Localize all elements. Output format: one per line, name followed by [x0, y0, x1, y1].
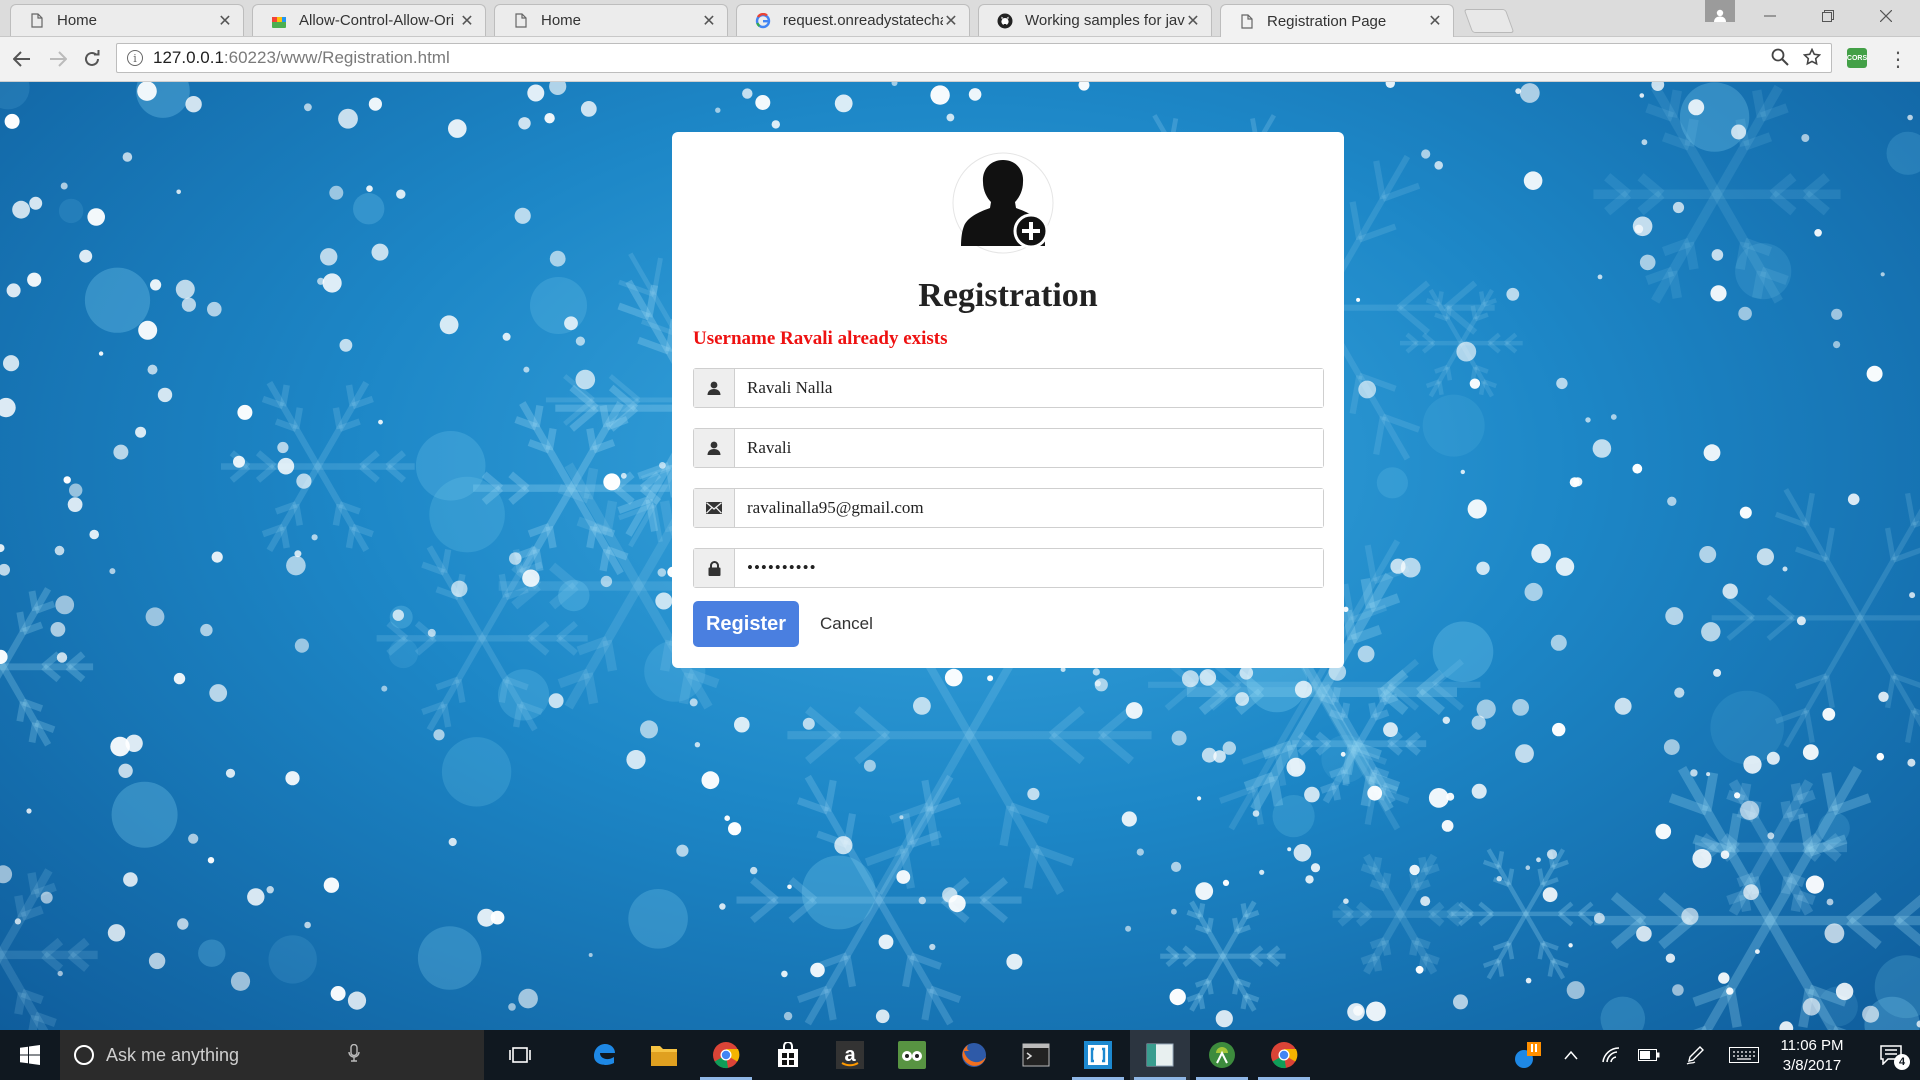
- action-center-icon[interactable]: 4: [1866, 1030, 1916, 1080]
- add-user-avatar-icon: [952, 152, 1054, 254]
- user-icon: [694, 429, 735, 467]
- lock-icon: [694, 549, 735, 587]
- tab-home-1[interactable]: Home ✕: [10, 4, 244, 36]
- task-view-icon[interactable]: [490, 1030, 550, 1080]
- tab-title: request.onreadystatecha: [783, 12, 943, 29]
- tab-close-icon[interactable]: ✕: [1185, 11, 1201, 31]
- fullname-field: [693, 368, 1324, 408]
- store-icon[interactable]: [758, 1030, 818, 1080]
- profile-icon[interactable]: [1705, 0, 1735, 22]
- svg-text:a: a: [844, 1044, 856, 1066]
- cortana-icon: [74, 1045, 94, 1065]
- chrome-icon[interactable]: [696, 1030, 756, 1080]
- page-viewport: Registration Username Ravali already exi…: [0, 82, 1920, 1030]
- search-placeholder: Ask me anything: [106, 1044, 240, 1065]
- wifi-icon[interactable]: [1596, 1030, 1626, 1080]
- browser-tab-strip: Home ✕ Allow-Control-Allow-Ori ✕ Home ✕ …: [0, 0, 1920, 37]
- minimize-icon[interactable]: [1742, 0, 1798, 32]
- new-tab-button[interactable]: [1463, 9, 1515, 33]
- page-title: Registration: [918, 277, 1098, 314]
- envelope-icon: [694, 489, 735, 527]
- browser-toolbar: i 127.0.0.1:60223/www/Registration.html …: [0, 37, 1920, 82]
- tab-title: Home: [541, 12, 582, 29]
- close-window-icon[interactable]: [1858, 0, 1914, 32]
- tab-github[interactable]: Working samples for jav ✕: [978, 4, 1212, 36]
- tab-title: Allow-Control-Allow-Ori: [299, 12, 455, 29]
- tab-registration-page[interactable]: Registration Page ✕: [1220, 4, 1454, 37]
- clock-date: 3/8/2017: [1782, 1057, 1842, 1074]
- address-bar[interactable]: i 127.0.0.1:60223/www/Registration.html: [116, 43, 1832, 73]
- tab-close-icon[interactable]: ✕: [701, 11, 717, 31]
- show-hidden-icons-chevron-icon[interactable]: [1556, 1030, 1586, 1080]
- app-window-icon[interactable]: [1130, 1030, 1190, 1080]
- microphone-icon[interactable]: [348, 1043, 360, 1067]
- windows-start-icon[interactable]: [0, 1030, 60, 1080]
- notification-app-icon[interactable]: [1508, 1030, 1548, 1080]
- browser-menu-icon[interactable]: ⋮: [1888, 45, 1908, 73]
- notification-count-badge: 4: [1894, 1054, 1910, 1070]
- clock-time: 11:06 PM: [1780, 1037, 1844, 1054]
- zoom-icon[interactable]: [1771, 48, 1789, 71]
- keyboard-icon[interactable]: [1726, 1030, 1762, 1080]
- registration-card: Registration Username Ravali already exi…: [672, 132, 1344, 668]
- error-message: Username Ravali already exists: [693, 328, 948, 349]
- username-field: [693, 428, 1324, 468]
- site-info-icon[interactable]: i: [127, 50, 143, 66]
- firefox-icon[interactable]: [944, 1030, 1004, 1080]
- bookmark-star-icon[interactable]: [1802, 47, 1822, 71]
- file-explorer-icon[interactable]: [634, 1030, 694, 1080]
- tab-close-icon[interactable]: ✕: [217, 11, 233, 31]
- tab-allow-control[interactable]: Allow-Control-Allow-Ori ✕: [252, 4, 486, 36]
- page-icon: [29, 13, 45, 29]
- tab-title: Registration Page: [1267, 12, 1387, 30]
- url-host: 127.0.0.1: [153, 48, 224, 67]
- github-icon: [997, 13, 1013, 29]
- android-studio-icon[interactable]: [1192, 1030, 1252, 1080]
- email-input[interactable]: [735, 489, 1323, 527]
- google-icon: [755, 12, 771, 29]
- amazon-icon[interactable]: a: [820, 1030, 880, 1080]
- tab-close-icon[interactable]: ✕: [459, 11, 475, 31]
- restore-icon[interactable]: [1800, 0, 1856, 32]
- terminal-icon[interactable]: [1006, 1030, 1066, 1080]
- register-button[interactable]: Register: [693, 601, 799, 647]
- pen-icon[interactable]: [1680, 1030, 1710, 1080]
- tab-close-icon[interactable]: ✕: [943, 11, 959, 31]
- password-field: [693, 548, 1324, 588]
- battery-icon[interactable]: [1634, 1030, 1664, 1080]
- password-input[interactable]: [735, 549, 1323, 587]
- cors-extension-icon[interactable]: CORS: [1847, 48, 1867, 68]
- brackets-icon[interactable]: [1068, 1030, 1128, 1080]
- tab-home-2[interactable]: Home ✕: [494, 4, 728, 36]
- tab-title: Working samples for jav: [1025, 12, 1185, 29]
- chrome-icon[interactable]: [1254, 1030, 1314, 1080]
- page-icon: [513, 13, 529, 29]
- user-icon: [694, 369, 735, 407]
- system-clock[interactable]: 11:06 PM 3/8/2017: [1764, 1036, 1860, 1076]
- fullname-input[interactable]: [735, 369, 1323, 407]
- tab-title: Home: [57, 12, 98, 29]
- chrome-store-icon: [271, 13, 287, 29]
- back-arrow-icon[interactable]: [8, 45, 36, 73]
- tab-google-search[interactable]: request.onreadystatecha ✕: [736, 4, 970, 36]
- tab-close-icon[interactable]: ✕: [1427, 11, 1443, 31]
- page-icon: [1239, 13, 1255, 29]
- cancel-button[interactable]: Cancel: [810, 601, 883, 647]
- reload-icon[interactable]: [78, 45, 106, 73]
- cortana-search-box[interactable]: Ask me anything: [60, 1030, 484, 1080]
- forward-arrow-icon[interactable]: [44, 45, 72, 73]
- windows-taskbar: Ask me anything a 11:06 PM 3/8/2017 4: [0, 1030, 1920, 1080]
- tripadvisor-icon[interactable]: [882, 1030, 942, 1080]
- edge-icon[interactable]: [574, 1030, 634, 1080]
- url-path: :60223/www/Registration.html: [223, 48, 450, 67]
- username-input[interactable]: [735, 429, 1323, 467]
- email-field: [693, 488, 1324, 528]
